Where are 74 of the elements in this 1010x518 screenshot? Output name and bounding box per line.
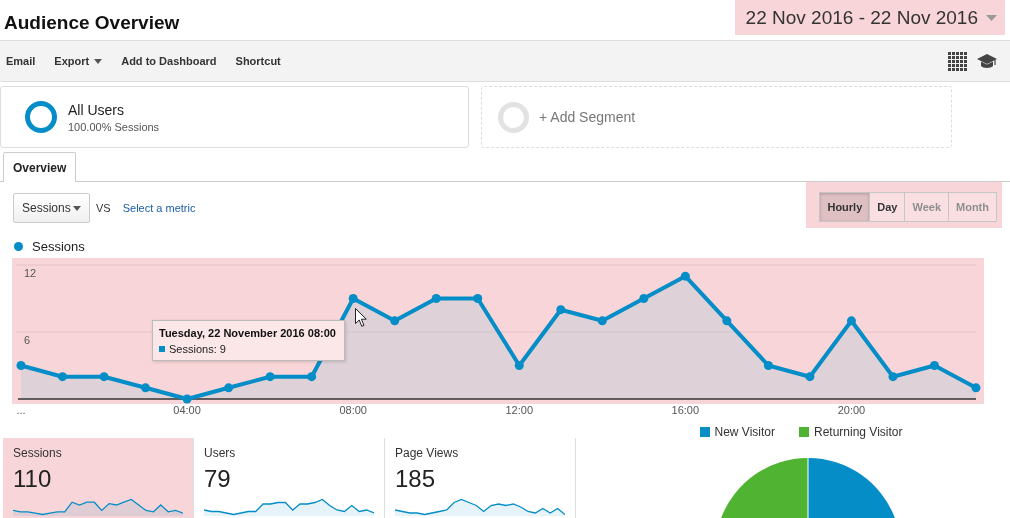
add-segment-label: + Add Segment xyxy=(539,109,636,125)
data-point[interactable] xyxy=(556,305,566,315)
mouse-pointer-icon xyxy=(355,308,367,327)
tab[interactable]: Overview xyxy=(3,152,77,182)
data-point[interactable] xyxy=(224,383,234,393)
data-point[interactable] xyxy=(265,372,275,382)
caret-icon xyxy=(94,58,103,64)
ring-icon xyxy=(498,101,529,133)
x-axis-label: 16:00 xyxy=(671,404,700,416)
y-axis-label: 12 xyxy=(24,266,37,279)
data-point[interactable] xyxy=(182,394,192,404)
interval-button[interactable]: Day xyxy=(869,192,906,222)
metric-label: Sessions xyxy=(13,446,63,460)
data-point[interactable] xyxy=(514,361,524,370)
data-point[interactable] xyxy=(141,383,151,393)
data-point[interactable] xyxy=(763,361,773,370)
toolbar-action[interactable]: Export xyxy=(54,55,103,67)
metric-card[interactable]: Page Views 185 xyxy=(385,438,576,518)
data-point[interactable] xyxy=(639,294,649,303)
data-point[interactable] xyxy=(930,361,939,370)
graduation-cap-icon[interactable] xyxy=(977,53,997,69)
apps-grid-icon[interactable] xyxy=(948,51,967,71)
y-axis-label: 6 xyxy=(24,333,31,346)
data-point[interactable] xyxy=(390,316,400,326)
toolbar-action[interactable]: Add to Dashboard xyxy=(121,55,217,67)
page-title: Audience Overview xyxy=(4,12,180,34)
tooltip-value: Sessions: 9 xyxy=(169,343,226,355)
toolbar-action[interactable]: Shortcut xyxy=(235,55,281,67)
metric-value: 185 xyxy=(395,466,437,492)
caret-icon xyxy=(986,14,997,21)
ring-icon xyxy=(25,101,57,133)
x-axis-label: 12:00 xyxy=(505,404,534,416)
legend-label: New Visitor xyxy=(714,425,775,439)
data-point[interactable] xyxy=(58,372,67,382)
x-axis-label: 20:00 xyxy=(837,404,866,416)
series-swatch-icon xyxy=(159,346,165,352)
data-point[interactable] xyxy=(680,271,690,281)
data-point[interactable] xyxy=(348,294,358,303)
segment-detail: 100.00% Sessions xyxy=(68,120,160,133)
data-point[interactable] xyxy=(473,294,483,303)
tooltip-title: Tuesday, 22 November 2016 08:00 xyxy=(159,327,336,339)
interval-button[interactable]: Hourly xyxy=(819,192,871,222)
data-point[interactable] xyxy=(597,316,607,326)
metric-card[interactable]: Users 79 xyxy=(194,438,385,518)
pie-slice[interactable] xyxy=(721,458,808,518)
date-range-picker[interactable]: 22 Nov 2016 - 22 Nov 2016 xyxy=(734,0,1005,35)
metric-card[interactable]: Sessions 110 xyxy=(3,438,194,518)
x-axis-label: 08:00 xyxy=(339,404,367,416)
segment-card[interactable]: All Users 100.00% Sessions xyxy=(0,86,469,148)
metric-dropdown[interactable]: Sessions xyxy=(13,193,90,223)
metric-value: 110 xyxy=(13,466,53,492)
data-point[interactable] xyxy=(99,372,109,382)
select-metric-link[interactable]: Select a metric xyxy=(122,202,196,214)
toolbar-action[interactable]: Email xyxy=(6,55,36,67)
x-axis-label: ... xyxy=(16,404,26,416)
metric-label: Page Views xyxy=(395,446,460,460)
data-point[interactable] xyxy=(888,372,898,382)
data-point[interactable] xyxy=(722,316,732,326)
metric-label: Users xyxy=(204,446,237,460)
data-point[interactable] xyxy=(307,372,317,382)
data-point[interactable] xyxy=(846,316,856,326)
add-segment-card[interactable]: + Add Segment xyxy=(481,86,952,148)
legend-label: Returning Visitor xyxy=(814,425,903,439)
legend-label: Sessions xyxy=(32,238,85,254)
caret-icon xyxy=(73,205,81,211)
data-point[interactable] xyxy=(805,372,815,382)
pie-slice[interactable] xyxy=(808,458,895,518)
metric-value: 79 xyxy=(204,466,232,492)
data-point[interactable] xyxy=(971,383,981,393)
segment-name: All Users xyxy=(68,101,125,118)
vs-label: VS xyxy=(96,202,111,214)
data-point[interactable] xyxy=(431,294,441,303)
x-axis-label: 04:00 xyxy=(173,404,201,416)
data-point[interactable] xyxy=(16,361,26,370)
